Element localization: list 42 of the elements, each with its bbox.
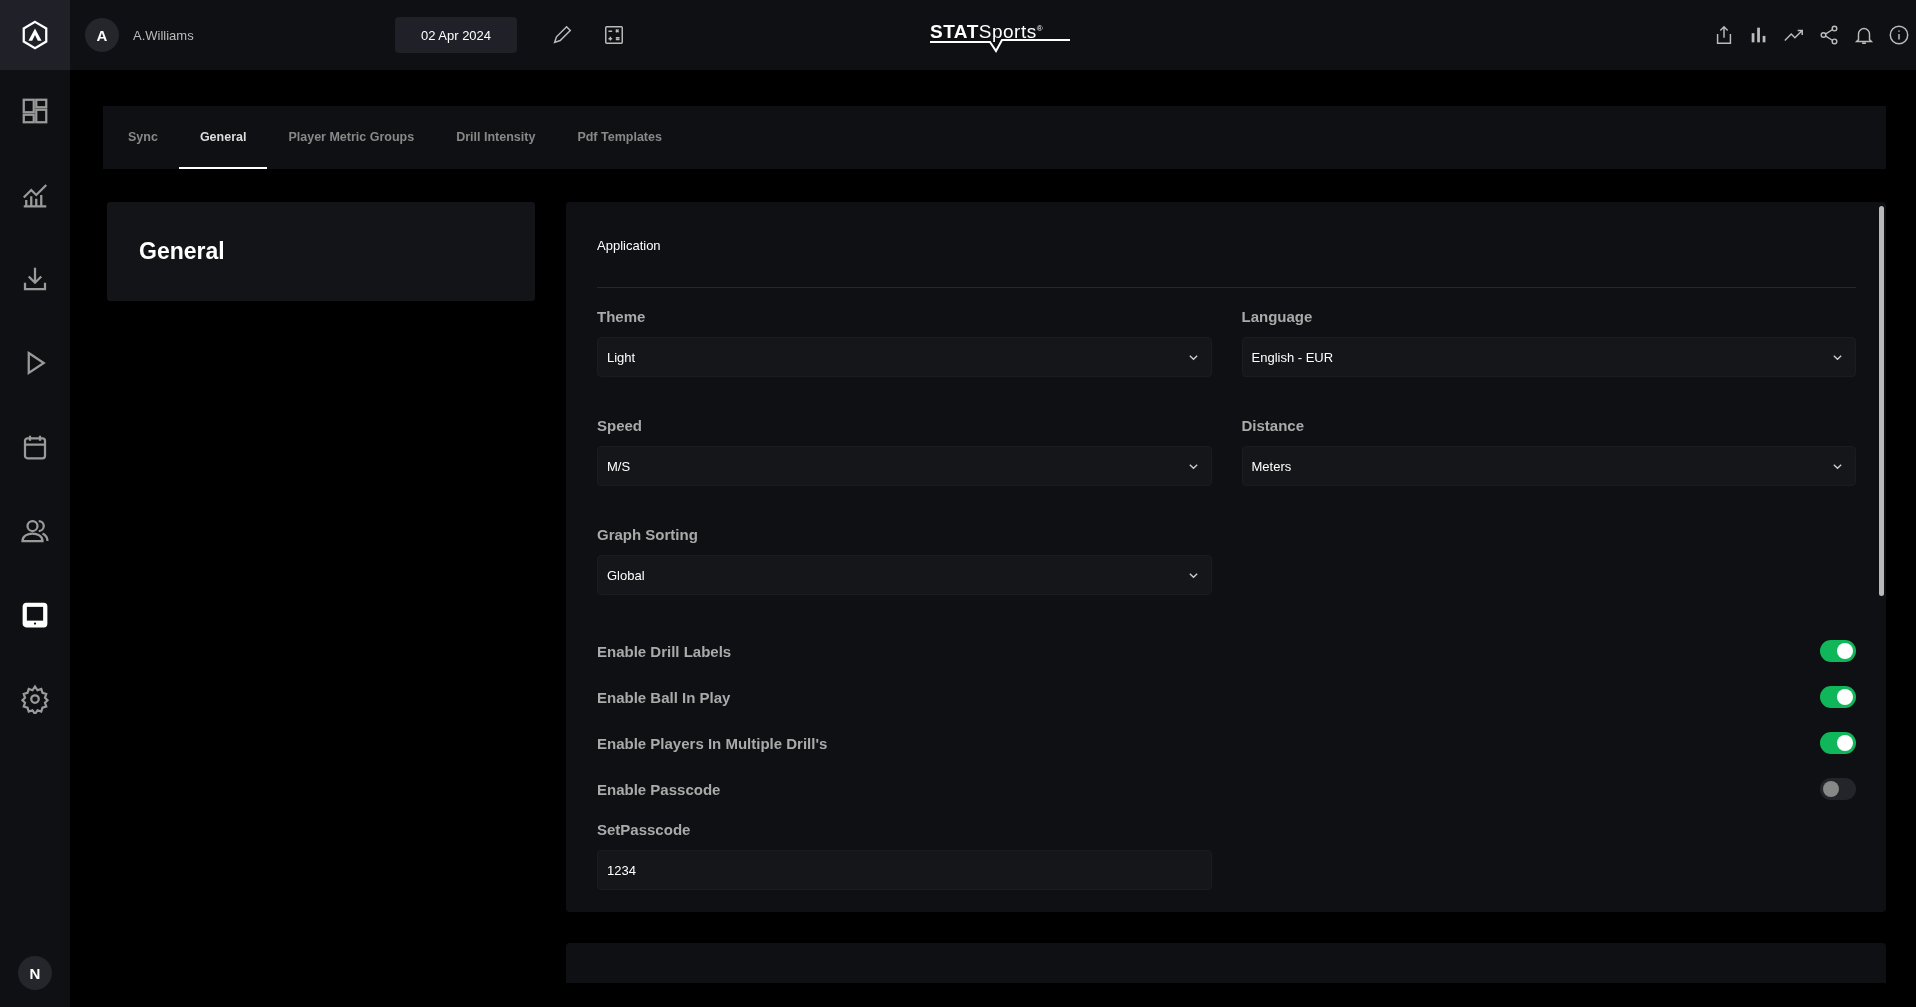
account-avatar[interactable]: N bbox=[18, 956, 52, 990]
field-label: Language bbox=[1241, 308, 1314, 325]
toggle-label: Enable Players In Multiple Drill's bbox=[597, 734, 828, 752]
toggle-switch[interactable] bbox=[1820, 686, 1856, 708]
dashboard-nav-icon[interactable] bbox=[20, 96, 50, 126]
settings-tab[interactable]: Sync bbox=[107, 106, 179, 169]
toggle-switch[interactable] bbox=[1820, 778, 1856, 800]
toggle-switch[interactable] bbox=[1820, 732, 1856, 754]
settings-nav-icon[interactable] bbox=[20, 684, 50, 714]
dropdown-field[interactable]: Global bbox=[597, 555, 1212, 595]
passcode-field[interactable]: 1234 bbox=[597, 850, 1212, 890]
field-label: Graph Sorting bbox=[597, 526, 699, 543]
calculator-icon[interactable] bbox=[603, 24, 625, 46]
date-button[interactable]: 02 Apr 2024 bbox=[395, 17, 517, 53]
field-label: Speed bbox=[597, 417, 643, 434]
settings-tab[interactable]: General bbox=[178, 106, 268, 169]
user-name: A.Williams bbox=[133, 27, 194, 43]
info-icon[interactable] bbox=[1888, 24, 1910, 46]
settings-tab[interactable]: Pdf Templates bbox=[556, 106, 683, 169]
toggle-switch[interactable] bbox=[1820, 640, 1856, 662]
dropdown-field[interactable]: Meters bbox=[1241, 446, 1856, 486]
settings-tab[interactable]: Player Metric Groups bbox=[267, 106, 436, 169]
dropdown-field[interactable]: English - EUR bbox=[1241, 337, 1856, 377]
dropdown-field[interactable]: M/S bbox=[597, 446, 1212, 486]
toggle-label: Enable Drill Labels bbox=[597, 642, 732, 660]
settings-tab[interactable]: Drill Intensity bbox=[435, 106, 557, 169]
section-title: General bbox=[139, 238, 225, 265]
scrollbar[interactable] bbox=[1879, 206, 1884, 596]
brand-logo: STATSports$^{®}$ bbox=[930, 20, 1070, 54]
app-logo-icon bbox=[20, 20, 50, 50]
share-icon[interactable] bbox=[1818, 24, 1840, 46]
dropdown-field[interactable]: Light bbox=[597, 337, 1212, 377]
user-avatar[interactable]: A bbox=[85, 18, 119, 52]
tablet-nav-icon[interactable] bbox=[20, 600, 50, 630]
pencil-icon[interactable] bbox=[551, 24, 573, 46]
field-label: Theme bbox=[597, 308, 647, 325]
toggle-label: Enable Ball In Play bbox=[597, 688, 731, 706]
panel-heading: Application bbox=[597, 238, 1856, 288]
toggle-label: Enable Passcode bbox=[597, 780, 721, 798]
field-label: SetPasscode bbox=[597, 821, 692, 838]
app-logo[interactable] bbox=[0, 0, 70, 70]
field-label: Distance bbox=[1241, 417, 1306, 434]
